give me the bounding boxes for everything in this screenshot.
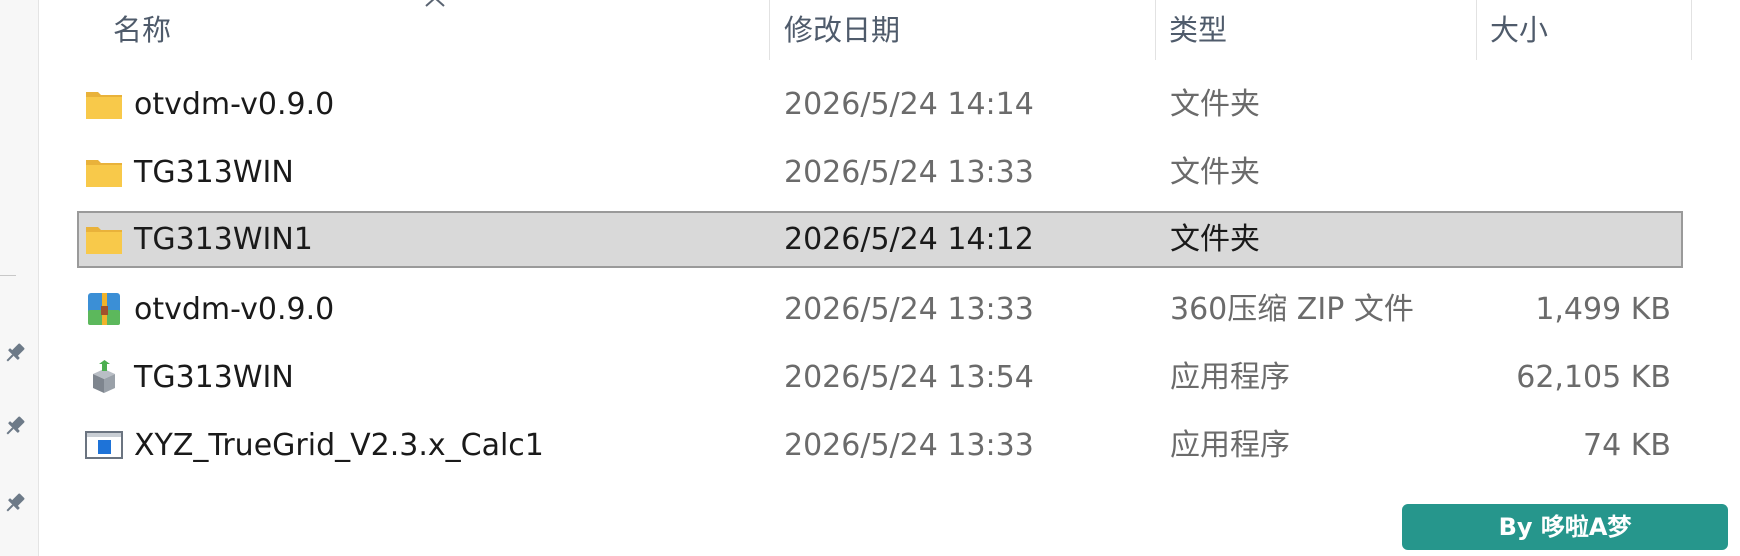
folder-icon	[85, 87, 123, 121]
application-window-icon	[85, 428, 123, 462]
chevron-up-icon	[425, 0, 445, 7]
file-explorer-window: 名称 修改日期 类型 大小 otvdm-v0.9.0 2026/5/24 14:…	[0, 0, 1740, 556]
file-name: XYZ_TrueGrid_V2.3.x_Calc1	[134, 428, 544, 463]
installer-icon	[85, 360, 123, 394]
file-name: TG313WIN1	[134, 222, 313, 257]
file-name: TG313WIN	[134, 155, 294, 190]
file-name: TG313WIN	[134, 360, 294, 395]
navigation-pane[interactable]	[0, 0, 39, 556]
zip-archive-icon	[85, 292, 123, 326]
column-header-name[interactable]: 名称	[113, 10, 171, 50]
file-row-selected[interactable]: TG313WIN1 2026/5/24 14:12 文件夹	[77, 211, 1683, 268]
pin-icon[interactable]	[2, 340, 28, 366]
column-header-bar: 名称 修改日期 类型 大小	[0, 0, 1700, 60]
file-type: 文件夹	[1170, 222, 1260, 257]
file-date: 2026/5/24 13:33	[784, 428, 1034, 463]
file-type: 文件夹	[1170, 155, 1260, 190]
file-type: 360压缩 ZIP 文件	[1170, 292, 1414, 327]
file-name: otvdm-v0.9.0	[134, 87, 335, 122]
file-date: 2026/5/24 14:12	[784, 222, 1034, 257]
folder-icon	[85, 222, 123, 256]
file-row[interactable]: XYZ_TrueGrid_V2.3.x_Calc1 2026/5/24 13:3…	[77, 417, 1683, 474]
file-type: 文件夹	[1170, 87, 1260, 122]
file-size: 74 KB	[1583, 428, 1671, 463]
file-date: 2026/5/24 13:33	[784, 292, 1034, 327]
column-header-size[interactable]: 大小	[1490, 10, 1548, 50]
file-row[interactable]: TG313WIN 2026/5/24 13:33 文件夹	[77, 144, 1683, 201]
file-size: 62,105 KB	[1516, 360, 1671, 395]
file-date: 2026/5/24 13:54	[784, 360, 1034, 395]
pin-icon[interactable]	[2, 490, 28, 516]
file-type: 应用程序	[1170, 360, 1290, 395]
file-size: 1,499 KB	[1535, 292, 1671, 327]
file-row[interactable]: otvdm-v0.9.0 2026/5/24 13:33 360压缩 ZIP 文…	[77, 281, 1683, 338]
file-date: 2026/5/24 13:33	[784, 155, 1034, 190]
file-row[interactable]: otvdm-v0.9.0 2026/5/24 14:14 文件夹	[77, 76, 1683, 133]
column-divider[interactable]	[769, 0, 770, 60]
watermark-badge: By 哆啦A梦	[1402, 504, 1728, 550]
pin-icon[interactable]	[2, 413, 28, 439]
column-divider[interactable]	[1155, 0, 1156, 60]
column-header-date[interactable]: 修改日期	[784, 10, 900, 50]
file-date: 2026/5/24 14:14	[784, 87, 1034, 122]
column-divider[interactable]	[1476, 0, 1477, 60]
file-type: 应用程序	[1170, 428, 1290, 463]
file-name: otvdm-v0.9.0	[134, 292, 335, 327]
column-divider[interactable]	[1691, 0, 1692, 60]
file-row[interactable]: TG313WIN 2026/5/24 13:54 应用程序 62,105 KB	[77, 349, 1683, 406]
column-header-type[interactable]: 类型	[1169, 10, 1227, 50]
folder-icon	[85, 155, 123, 189]
nav-separator	[0, 275, 16, 276]
